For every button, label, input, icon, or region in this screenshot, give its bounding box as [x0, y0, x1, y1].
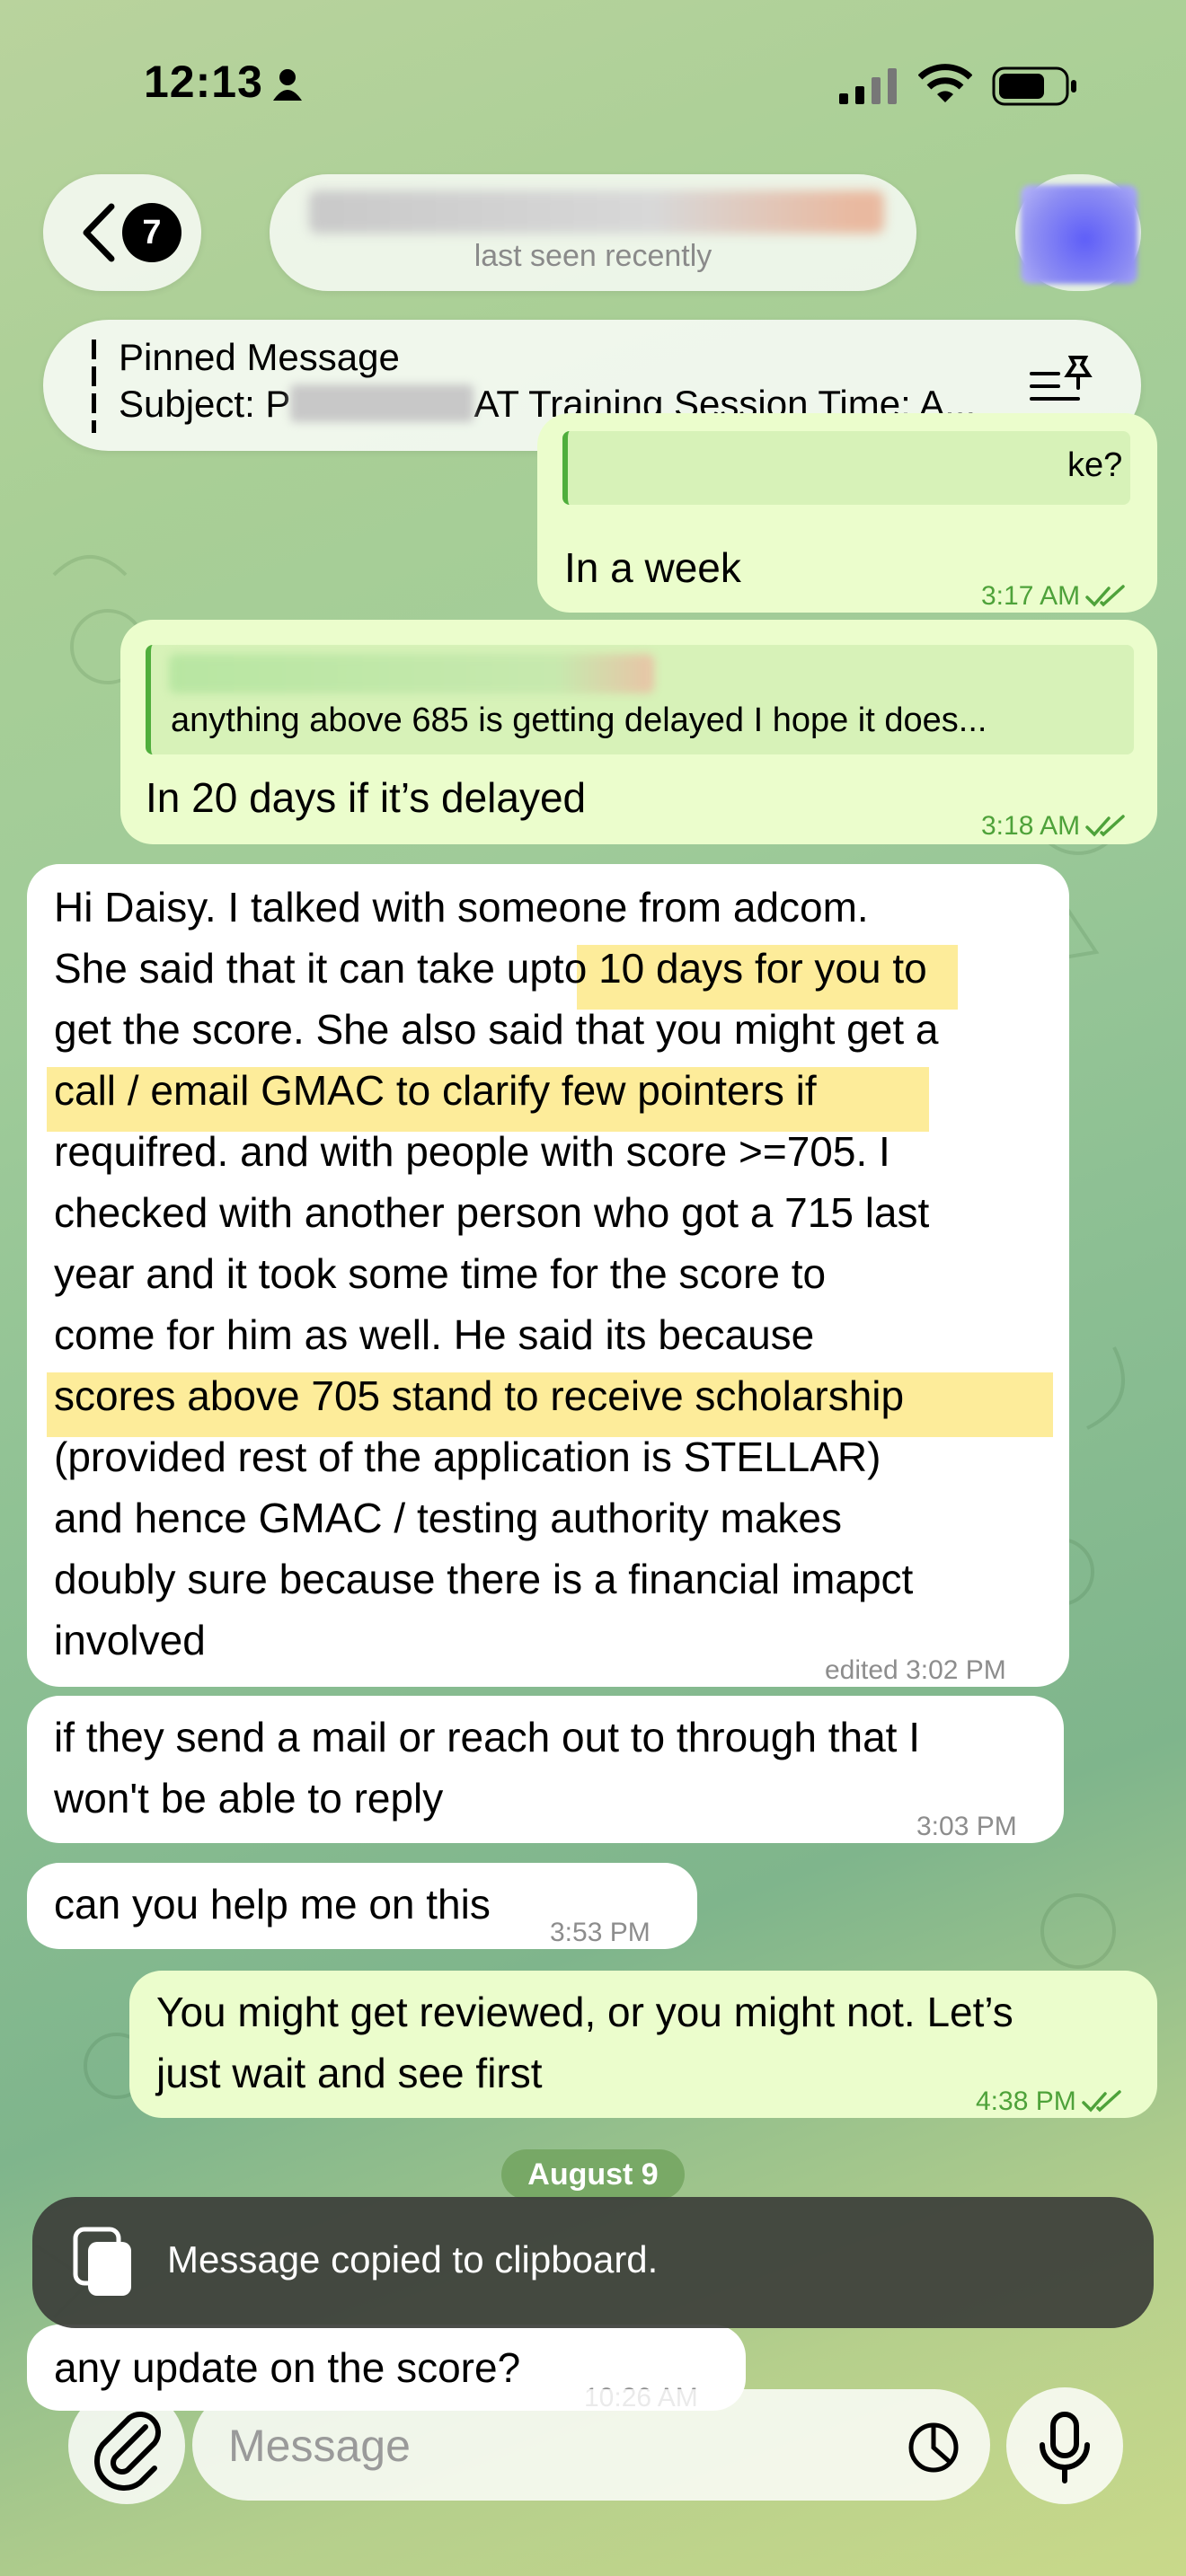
message-line: scores above 705 stand to receive schola… — [54, 1372, 905, 1419]
copied-toast: Message copied to clipboard. — [32, 2197, 1154, 2328]
message-bubble-outgoing[interactable]: anything above 685 is getting delayed I … — [120, 620, 1157, 844]
reply-preview[interactable]: anything above 685 is getting delayed I … — [146, 645, 1134, 754]
message-line: if they send a mail or reach out to thro… — [54, 1714, 921, 1760]
pinned-indicator — [92, 340, 96, 433]
read-ticks-icon — [1085, 815, 1125, 837]
reply-preview[interactable]: ke? — [562, 431, 1130, 505]
reply-author-redacted — [169, 654, 654, 693]
copy-icon — [73, 2227, 131, 2296]
message-text: In 20 days if it’s delayed — [146, 774, 587, 821]
message-time: 3:18 AM — [981, 796, 1127, 857]
message-text: if they send a mail or reach out to thro… — [54, 1707, 920, 1829]
cellular-signal-icon — [839, 68, 897, 104]
time-label: 3:17 AM — [981, 581, 1081, 611]
message-line: won't be able to reply — [54, 1775, 444, 1822]
chat-title[interactable]: last seen recently — [270, 174, 916, 291]
message-line: checked with another person who got a 71… — [54, 1189, 930, 1236]
message-line: get the score. She also said that you mi… — [54, 1006, 939, 1053]
status-bar: 12:13 — [0, 0, 1186, 180]
message-placeholder: Message — [228, 2421, 411, 2471]
avatar-image-redacted — [1021, 185, 1137, 284]
wifi-icon — [918, 64, 972, 102]
message-bubble-incoming[interactable]: if they send a mail or reach out to thro… — [27, 1696, 1064, 1843]
message-line: call / email GMAC to clarify few pointer… — [54, 1067, 817, 1114]
message-bubble-outgoing[interactable]: ke? In a week 3:17 AM — [537, 413, 1157, 613]
message-time: edited 3:02 PM — [825, 1655, 1006, 1685]
time-label: 3:18 AM — [981, 811, 1081, 841]
pin-list-icon[interactable] — [1028, 352, 1096, 406]
message-time: 3:53 PM — [550, 1918, 651, 1947]
message-bubble-incoming[interactable]: can you help me on this 3:53 PM — [27, 1863, 697, 1949]
message-line: just wait and see first — [156, 2050, 543, 2096]
contact-status: last seen recently — [474, 239, 712, 273]
chevron-left-icon — [83, 203, 115, 262]
person-icon — [273, 69, 302, 101]
message-text: You might get reviewed, or you might not… — [156, 1981, 1013, 2104]
battery-icon — [992, 66, 1076, 106]
message-line: involved — [54, 1617, 206, 1663]
message-line: You might get reviewed, or you might not… — [156, 1989, 1013, 2035]
message-input[interactable]: Message — [192, 2389, 990, 2501]
message-line: She said that it can take upto 10 days f… — [54, 945, 927, 992]
message-line: and hence GMAC / testing authority makes — [54, 1495, 842, 1541]
message-text: Hi Daisy. I talked with someone from adc… — [54, 877, 939, 1671]
sticker-icon[interactable] — [907, 2422, 960, 2474]
microphone-icon — [1040, 2412, 1090, 2483]
attach-button[interactable] — [68, 2387, 185, 2504]
reply-preview-text: anything above 685 is getting delayed I … — [171, 701, 987, 739]
time-label: 4:38 PM — [976, 2086, 1076, 2116]
pinned-title: Pinned Message — [119, 336, 400, 378]
unread-count-badge: 7 — [122, 203, 181, 262]
message-line: come for him as well. He said its becaus… — [54, 1311, 815, 1358]
read-ticks-icon — [1081, 2090, 1121, 2113]
message-time: 3:17 AM — [981, 566, 1127, 627]
pinned-text-redacted — [290, 384, 474, 422]
pinned-text-start: Subject: P — [119, 383, 291, 425]
contact-name-redacted — [309, 190, 884, 234]
message-line: doubly sure because there is a financial… — [54, 1556, 914, 1602]
back-button[interactable]: 7 — [43, 174, 201, 291]
date-separator: August 9 — [501, 2149, 685, 2200]
message-text: can you help me on this — [54, 1881, 491, 1928]
paperclip-icon — [94, 2412, 161, 2491]
message-bubble-outgoing[interactable]: You might get reviewed, or you might not… — [129, 1971, 1157, 2118]
reply-preview-text: ke? — [1067, 446, 1123, 484]
voice-record-button[interactable] — [1006, 2387, 1123, 2504]
message-time: 3:03 PM — [916, 1812, 1017, 1841]
message-time: 4:38 PM — [976, 2071, 1123, 2132]
message-line: (provided rest of the application is STE… — [54, 1434, 881, 1480]
contact-avatar[interactable] — [1015, 174, 1141, 291]
read-ticks-icon — [1085, 585, 1125, 607]
message-text: In a week — [564, 544, 741, 591]
message-bubble-incoming[interactable]: Hi Daisy. I talked with someone from adc… — [27, 864, 1069, 1687]
toast-message: Message copied to clipboard. — [167, 2238, 659, 2280]
message-line: requifred. and with people with score >=… — [54, 1128, 890, 1175]
message-line: Hi Daisy. I talked with someone from adc… — [54, 884, 869, 931]
status-time: 12:13 — [144, 57, 263, 107]
message-line: year and it took some time for the score… — [54, 1250, 827, 1297]
